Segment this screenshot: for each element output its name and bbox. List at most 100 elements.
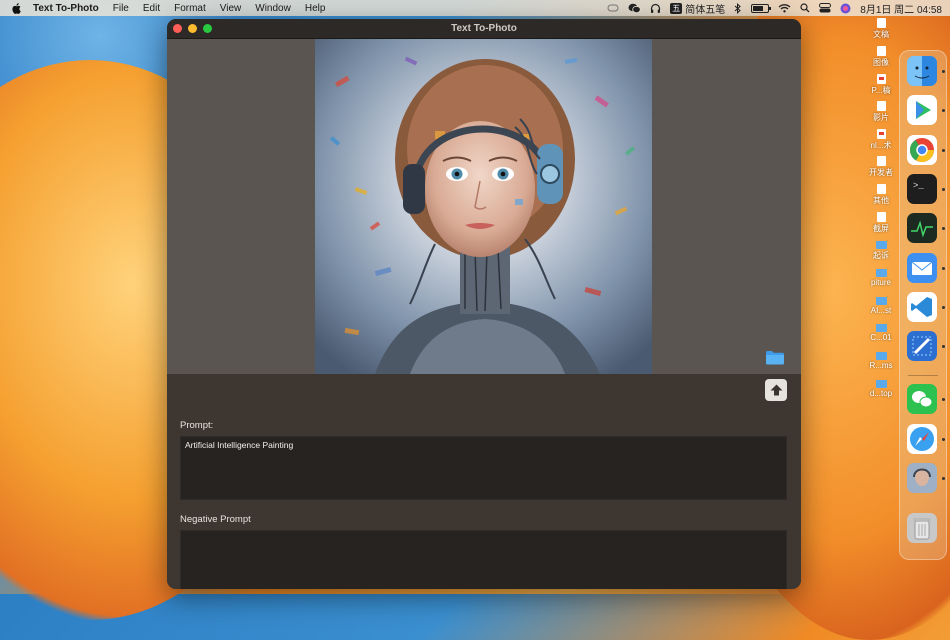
running-indicator xyxy=(942,398,945,401)
running-indicator xyxy=(942,267,945,270)
pdf-icon xyxy=(876,74,886,84)
desktop-item[interactable]: 图像 xyxy=(864,46,898,68)
document-icon xyxy=(876,46,886,56)
open-folder-button[interactable] xyxy=(765,350,785,365)
finder-icon[interactable] xyxy=(907,56,937,86)
running-indicator xyxy=(942,149,945,152)
desktop-item-label: 文稿 xyxy=(873,30,889,39)
control-center-icon[interactable] xyxy=(819,2,832,14)
title-bar[interactable]: Text To-Photo xyxy=(167,19,801,39)
headphones-icon[interactable] xyxy=(650,2,661,14)
menu-format[interactable]: Format xyxy=(174,3,206,14)
desktop-item[interactable]: P...稿 xyxy=(864,74,898,96)
generated-image xyxy=(315,39,652,374)
desktop-item-label: C...01 xyxy=(870,333,892,342)
svg-text:>_: >_ xyxy=(913,181,924,191)
spotlight-search-icon[interactable] xyxy=(800,2,810,14)
safari-icon[interactable] xyxy=(907,424,937,454)
running-indicator xyxy=(942,345,945,348)
folder-icon xyxy=(875,324,887,332)
desktop-item[interactable]: AI...st xyxy=(864,295,898,315)
running-indicator xyxy=(942,438,945,441)
window-title: Text To-Photo xyxy=(451,23,517,34)
desktop-item-label: 截屏 xyxy=(873,224,889,233)
document-icon xyxy=(876,18,886,28)
prompt-label: Prompt: xyxy=(180,420,214,431)
desktop-item[interactable]: 开发者 xyxy=(864,156,898,178)
desktop-item-label: P...稿 xyxy=(871,86,891,95)
activity-monitor-icon[interactable] xyxy=(907,213,937,243)
close-window-button[interactable] xyxy=(173,24,182,33)
upload-arrow-icon xyxy=(770,384,782,396)
menu-clock[interactable]: 8月1日 周二 04:58 xyxy=(860,2,942,16)
bluetooth-icon[interactable] xyxy=(734,2,742,14)
menu-window[interactable]: Window xyxy=(255,3,291,14)
desktop-item-label: 其他 xyxy=(873,196,889,205)
dock: >_ xyxy=(899,50,947,560)
menu-edit[interactable]: Edit xyxy=(143,3,160,14)
trash-icon[interactable] xyxy=(907,513,937,543)
wechat-status-icon[interactable] xyxy=(628,2,641,14)
desktop-item[interactable]: 起诉 xyxy=(864,239,898,261)
generate-upload-button[interactable] xyxy=(765,379,787,401)
desktop-item[interactable]: R...ms xyxy=(864,350,898,370)
prompt-textarea[interactable]: Artificial Intelligence Painting xyxy=(180,436,787,500)
chrome-icon[interactable] xyxy=(907,135,937,165)
app-window: Text To-Photo Prompt: Artificial Intelli… xyxy=(167,19,801,589)
document-icon xyxy=(876,156,886,166)
menu-help[interactable]: Help xyxy=(305,3,326,14)
battery-icon[interactable] xyxy=(751,2,772,14)
desktop-item[interactable]: d...top xyxy=(864,378,898,398)
desktop-item[interactable]: 文稿 xyxy=(864,18,898,40)
running-indicator xyxy=(942,306,945,309)
input-method-indicator[interactable]: 五 简体五笔 xyxy=(670,2,726,16)
running-indicator xyxy=(942,70,945,73)
negative-prompt-textarea[interactable] xyxy=(180,530,787,589)
minimize-window-button[interactable] xyxy=(188,24,197,33)
wifi-icon[interactable] xyxy=(778,2,791,14)
desktop-item-label: 影片 xyxy=(873,113,889,122)
desktop-item-label: 开发者 xyxy=(869,168,893,177)
desktop-item-label: 起诉 xyxy=(873,251,889,260)
desktop-item[interactable]: 影片 xyxy=(864,101,898,123)
desktop-item-label: R...ms xyxy=(869,361,893,370)
folder-icon xyxy=(875,352,887,360)
folder-icon xyxy=(875,380,887,388)
generated-image-area xyxy=(167,39,801,374)
text-to-photo-icon[interactable] xyxy=(907,463,937,493)
vscode-icon[interactable] xyxy=(907,292,937,322)
status-glyph-icon[interactable] xyxy=(607,2,619,14)
menu-view[interactable]: View xyxy=(220,3,242,14)
terminal-icon[interactable]: >_ xyxy=(907,174,937,204)
menu-app-name[interactable]: Text To-Photo xyxy=(33,3,99,14)
desktop-item[interactable]: 其他 xyxy=(864,184,898,206)
apple-menu-icon[interactable] xyxy=(11,2,23,14)
running-indicator xyxy=(942,188,945,191)
play-store-icon[interactable] xyxy=(907,95,937,125)
ime-badge: 五 xyxy=(670,2,683,14)
mail-icon[interactable] xyxy=(907,253,937,283)
desktop-item[interactable]: piture xyxy=(864,267,898,287)
menu-file[interactable]: File xyxy=(113,3,129,14)
wechat-icon[interactable] xyxy=(907,384,937,414)
desktop-item[interactable]: 截屏 xyxy=(864,212,898,234)
desktop-item-label: AI...st xyxy=(870,306,892,315)
desktop-item-label: piture xyxy=(870,278,891,287)
xcode-icon[interactable] xyxy=(907,331,937,361)
document-icon xyxy=(876,212,886,222)
desktop-item[interactable]: C...01 xyxy=(864,322,898,342)
desktop-item-label: nl...术 xyxy=(870,141,892,150)
document-icon xyxy=(876,184,886,194)
desktop-item[interactable]: nl...术 xyxy=(864,129,898,151)
running-indicator xyxy=(942,109,945,112)
running-indicator xyxy=(942,227,945,230)
zoom-window-button[interactable] xyxy=(203,24,212,33)
ime-label: 简体五笔 xyxy=(685,4,726,16)
prompt-panel: Prompt: Artificial Intelligence Painting… xyxy=(167,374,801,589)
folder-icon xyxy=(875,269,887,277)
siri-icon[interactable] xyxy=(840,2,851,14)
desktop-item-label: 图像 xyxy=(873,58,889,67)
dock-separator xyxy=(908,375,938,376)
folder-icon xyxy=(875,241,887,249)
desktop-item-label: d...top xyxy=(869,389,893,398)
